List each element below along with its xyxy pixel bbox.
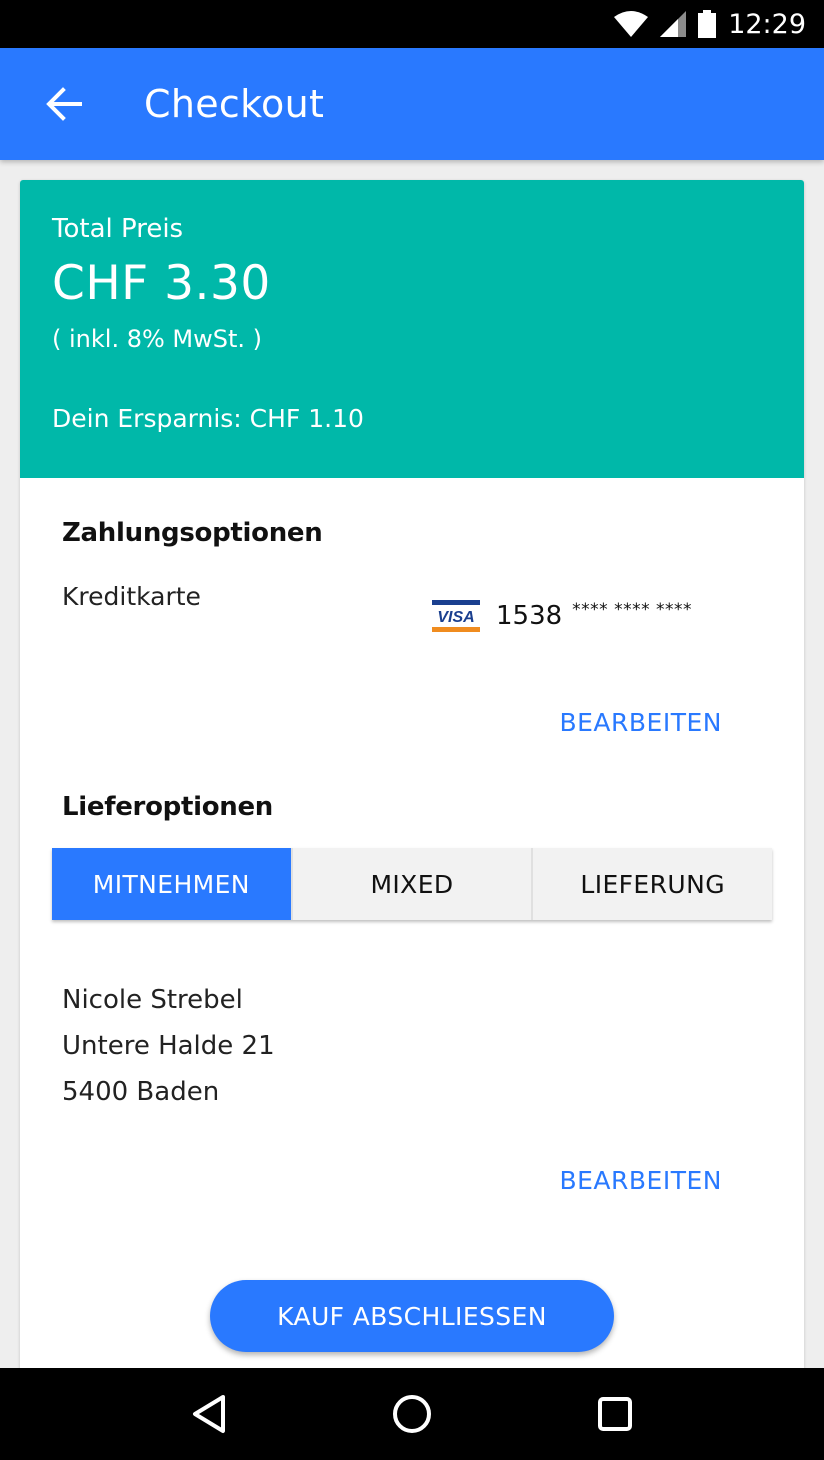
address-city: 5400 Baden xyxy=(62,1077,220,1107)
price-summary: Total Preis CHF 3.30 ( inkl. 8% MwSt. ) … xyxy=(20,180,804,478)
home-circle-icon xyxy=(392,1395,431,1433)
card-mask: **** **** **** xyxy=(572,600,692,620)
delivery-option-mitnehmen[interactable]: MITNEHMEN xyxy=(52,848,291,920)
status-bar: 12:29 xyxy=(0,0,824,48)
battery-icon xyxy=(698,10,717,38)
total-price-label: Total Preis xyxy=(52,214,184,244)
wifi-icon xyxy=(614,11,649,37)
address-street: Untere Halde 21 xyxy=(62,1031,275,1061)
visa-brand-text: VISA xyxy=(437,609,474,626)
total-price: CHF 3.30 xyxy=(52,256,271,311)
delivery-option-lieferung[interactable]: LIEFERUNG xyxy=(531,848,773,920)
delivery-address: Nicole Strebel Untere Halde 21 5400 Bade… xyxy=(62,982,275,1120)
savings-text: Dein Ersparnis: CHF 1.10 xyxy=(52,404,364,433)
status-time: 12:29 xyxy=(728,8,806,40)
app-bar: Checkout xyxy=(0,48,824,160)
delivery-option-mixed[interactable]: MIXED xyxy=(290,848,532,920)
payment-options-title: Zahlungsoptionen xyxy=(62,518,323,548)
edit-payment-button[interactable]: BEARBEITEN xyxy=(559,708,722,737)
back-triangle-icon xyxy=(193,1395,226,1433)
system-nav-bar xyxy=(0,1368,824,1460)
credit-card-info: VISA 1538 **** **** **** xyxy=(432,600,692,632)
nav-back-button[interactable] xyxy=(177,1382,241,1446)
checkout-card: Total Preis CHF 3.30 ( inkl. 8% MwSt. ) … xyxy=(20,180,804,1380)
payment-method: Kreditkarte xyxy=(62,582,201,611)
delivery-option-selector: MITNEHMEN MIXED LIEFERUNG xyxy=(52,848,773,920)
delivery-options-title: Lieferoptionen xyxy=(62,792,274,822)
complete-purchase-button[interactable]: KAUF ABSCHLIESSEN xyxy=(210,1280,614,1352)
address-name: Nicole Strebel xyxy=(62,985,243,1015)
card-number: 1538 xyxy=(496,601,563,631)
page-title: Checkout xyxy=(144,82,325,126)
back-button[interactable] xyxy=(32,72,96,136)
nav-home-button[interactable] xyxy=(380,1382,444,1446)
vat-note: ( inkl. 8% MwSt. ) xyxy=(52,325,262,353)
edit-address-button[interactable]: BEARBEITEN xyxy=(559,1166,722,1195)
recents-square-icon xyxy=(597,1397,632,1431)
visa-icon: VISA xyxy=(432,600,480,632)
nav-recents-button[interactable] xyxy=(583,1382,647,1446)
arrow-back-icon xyxy=(46,87,82,121)
signal-icon xyxy=(660,11,687,37)
